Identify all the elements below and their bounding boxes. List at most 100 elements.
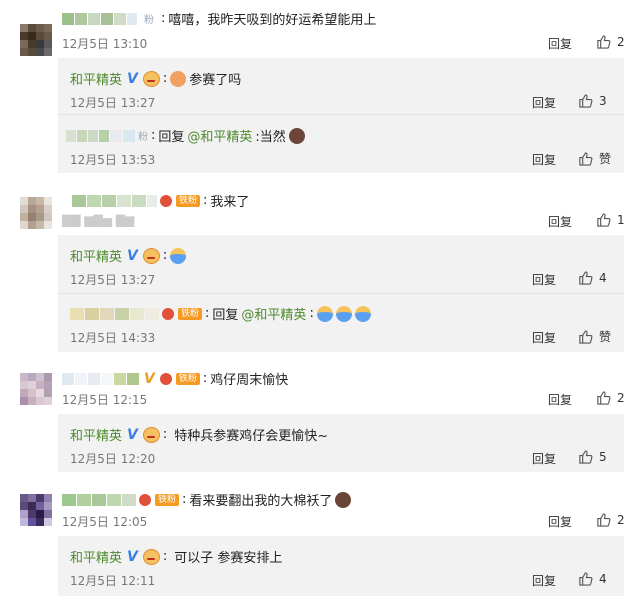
official-name[interactable]: 和平精英 — [70, 425, 122, 444]
like-text: 赞 — [599, 330, 612, 344]
thumbs-up-icon — [597, 213, 611, 227]
like-count: 2 — [617, 512, 625, 527]
comment-text: : — [161, 11, 166, 26]
chick-emoji-icon — [354, 305, 371, 322]
avatar[interactable] — [20, 24, 52, 56]
fan-badge: 铁粉 — [178, 307, 203, 320]
official-name[interactable]: 和平精英 — [70, 246, 122, 265]
reply-prefix: 回复 — [212, 308, 239, 323]
like-count: 4 — [599, 571, 607, 586]
like-button[interactable]: 赞 — [578, 150, 611, 167]
thumbs-up-icon — [579, 572, 593, 586]
chick-emoji-icon — [170, 247, 187, 264]
reply-prefix: 回复 — [158, 130, 185, 145]
pink-badge: 粉 — [138, 132, 148, 143]
fan-level-icon — [160, 194, 172, 207]
member-badge-icon — [142, 548, 160, 565]
reply-text: 可以子 参赛安排上 — [174, 551, 283, 566]
comment-text: 鸡仔周末愉快 — [210, 373, 289, 388]
verified-icon: V — [127, 426, 138, 443]
fan-badge: 铁粉 — [176, 194, 201, 207]
like-count: 5 — [599, 449, 607, 464]
blurred-username[interactable] — [62, 493, 136, 506]
verified-icon: V — [127, 247, 138, 264]
blurred-username[interactable] — [62, 12, 137, 25]
thumbs-up-icon — [579, 271, 593, 285]
avatar[interactable] — [20, 494, 52, 526]
laugh-emoji-icon — [170, 70, 187, 87]
reply-button[interactable]: 回复 — [532, 572, 556, 589]
official-name[interactable]: 和平精英 — [70, 69, 122, 88]
like-count: 2 — [617, 34, 625, 49]
fan-badge: 铁粉 — [155, 493, 180, 506]
like-button[interactable]: 1 — [596, 212, 625, 227]
member-badge-icon — [142, 426, 160, 443]
mention-link[interactable]: @和平精英 — [187, 126, 252, 145]
verified-icon: V — [144, 370, 155, 387]
member-badge-icon — [142, 70, 160, 87]
thumbs-up-icon — [579, 94, 593, 108]
comment-time: 12月5日 12:05 — [62, 515, 148, 529]
dark-face-emoji-icon — [288, 127, 305, 144]
like-button[interactable]: 赞 — [578, 328, 611, 345]
reply-button[interactable]: 回复 — [532, 329, 556, 346]
reply-button[interactable]: 回复 — [532, 450, 556, 467]
fan-level-icon — [139, 493, 151, 506]
blurred-username[interactable] — [62, 372, 139, 385]
chick-emoji-icon — [316, 305, 333, 322]
like-button[interactable]: 2 — [596, 390, 625, 405]
fan-badge: 铁粉 — [175, 372, 200, 385]
like-button[interactable]: 3 — [578, 93, 607, 108]
reply-button[interactable]: 回复 — [548, 513, 572, 530]
dark-face-emoji-icon — [335, 491, 352, 508]
reply-button[interactable]: 回复 — [532, 94, 556, 111]
comment-time: 12月5日 13:10 — [62, 37, 148, 51]
reply-button[interactable]: 回复 — [548, 213, 572, 230]
fan-level-icon — [162, 307, 174, 320]
fan-level-icon — [159, 372, 172, 385]
reply-time: 12月5日 12:11 — [70, 574, 156, 588]
official-name[interactable]: 和平精英 — [70, 547, 122, 566]
comment-text: 看来要翻出我的大棉袄了 — [189, 494, 333, 509]
avatar[interactable] — [20, 373, 52, 405]
reply-time: 12月5日 14:33 — [70, 331, 156, 345]
reply-button[interactable]: 回复 — [548, 391, 572, 408]
reply-button[interactable]: 回复 — [532, 151, 556, 168]
like-button[interactable]: 4 — [578, 571, 607, 586]
reply-button[interactable]: 回复 — [532, 271, 556, 288]
comment-time: 12月5日 12:15 — [62, 393, 148, 407]
like-text: 赞 — [599, 152, 612, 166]
like-button[interactable]: 2 — [596, 34, 625, 49]
thumbs-up-icon — [597, 391, 611, 405]
like-count: 2 — [617, 390, 625, 405]
reply-text: :当然 — [255, 130, 286, 145]
thumbs-up-icon — [579, 330, 593, 344]
verified-icon: V — [127, 70, 138, 87]
thumbs-up-icon — [597, 35, 611, 49]
thumbs-up-icon — [579, 152, 593, 166]
reply-time: 12月5日 13:53 — [70, 153, 156, 167]
comment-time-blurred: ▇▇ ▆▇▅ ▇▆ — [62, 213, 135, 227]
avatar[interactable] — [20, 197, 52, 229]
like-button[interactable]: 4 — [578, 270, 607, 285]
reply-button[interactable]: 回复 — [548, 35, 572, 52]
verified-icon: V — [127, 548, 138, 565]
member-badge-icon — [142, 247, 160, 264]
reply-text: 参赛了吗 — [189, 73, 242, 88]
blurred-username[interactable] — [70, 307, 159, 320]
chick-emoji-icon — [335, 305, 352, 322]
like-count: 1 — [617, 212, 625, 227]
thumbs-up-icon — [579, 450, 593, 464]
like-count: 3 — [599, 93, 607, 108]
blurred-username[interactable] — [66, 129, 135, 142]
pink-badge: 粉 — [144, 15, 154, 26]
like-button[interactable]: 5 — [578, 449, 607, 464]
reply-text: 特种兵参赛鸡仔会更愉快~ — [174, 429, 329, 444]
thumbs-up-icon — [597, 513, 611, 527]
comment-text: 嘻嘻，我昨天吸到的好运希望能用上 — [168, 13, 377, 28]
mention-link[interactable]: @和平精英 — [241, 304, 306, 323]
blurred-username[interactable] — [72, 194, 157, 207]
reply-text: : — [309, 306, 314, 321]
reply-time: 12月5日 13:27 — [70, 273, 156, 287]
like-button[interactable]: 2 — [596, 512, 625, 527]
